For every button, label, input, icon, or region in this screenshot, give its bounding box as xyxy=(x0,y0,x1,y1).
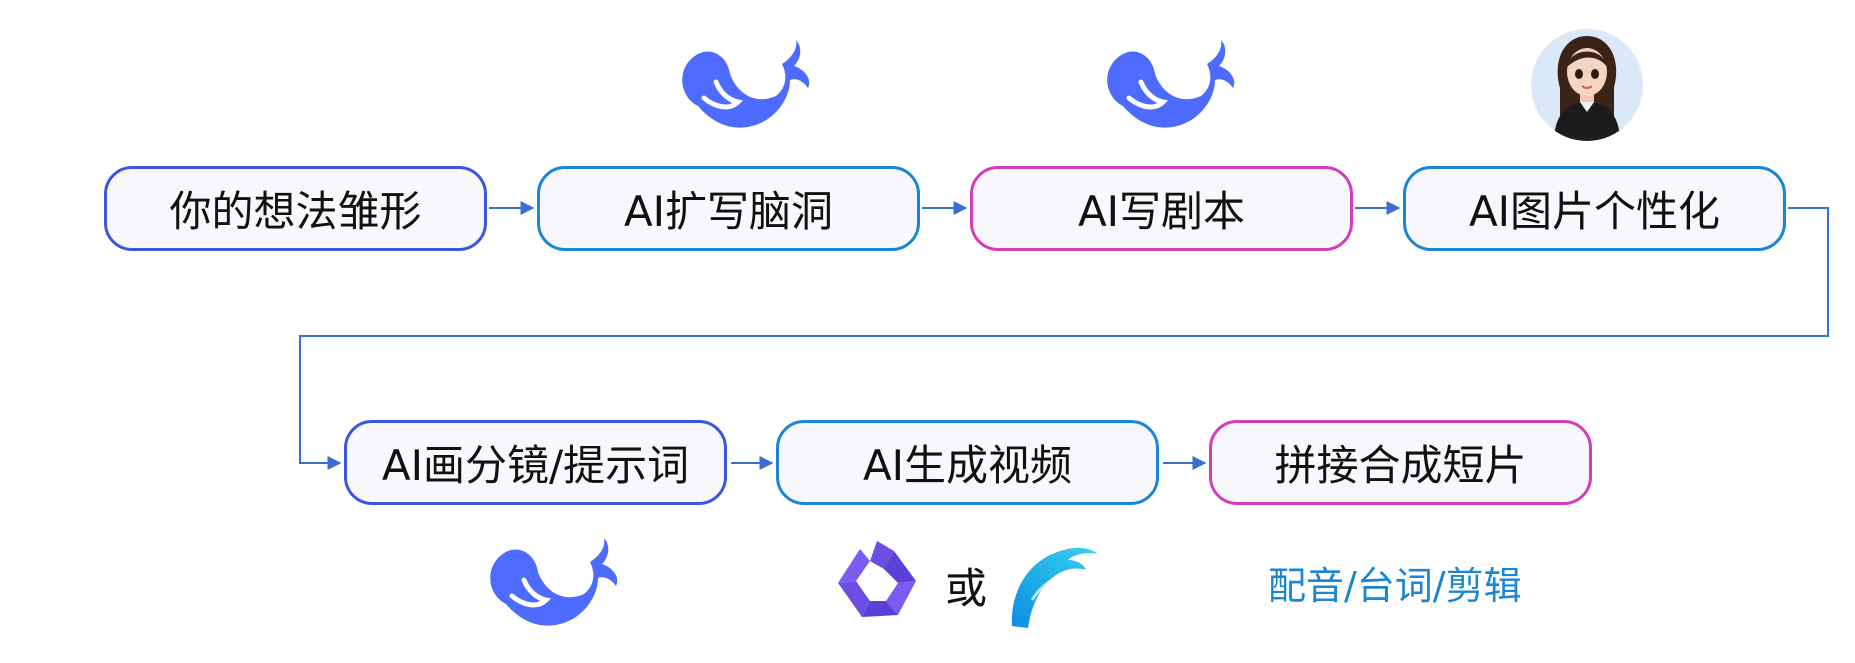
step-label: AI图片个性化 xyxy=(1468,187,1721,236)
or-label: 或 xyxy=(945,564,988,613)
step-label: 拼接合成短片 xyxy=(1274,441,1527,490)
step-label: AI写剧本 xyxy=(1077,187,1246,236)
step-video: AI生成视频 xyxy=(776,420,1159,505)
step-label: 你的想法雏形 xyxy=(169,187,422,236)
step-label: AI画分镜/提示词 xyxy=(381,441,690,490)
step-script: AI写剧本 xyxy=(970,166,1353,251)
step-expand: AI扩写脑洞 xyxy=(537,166,920,251)
deepseek-whale-icon xyxy=(490,538,618,626)
dolphin-logo-icon xyxy=(1011,547,1098,628)
avatar-icon xyxy=(1531,29,1643,141)
step-image: AI图片个性化 xyxy=(1403,166,1786,251)
step-label: AI生成视频 xyxy=(862,441,1073,490)
step-compose: 拼接合成短片 xyxy=(1209,420,1592,505)
post-production-note: 配音/台词/剪辑 xyxy=(1268,564,1522,608)
step-storyboard: AI画分镜/提示词 xyxy=(344,420,727,505)
qwen-logo-icon xyxy=(838,541,916,617)
deepseek-whale-icon xyxy=(682,40,810,128)
step-label: AI扩写脑洞 xyxy=(623,187,834,236)
step-idea: 你的想法雏形 xyxy=(104,166,487,251)
deepseek-whale-icon xyxy=(1107,40,1235,128)
